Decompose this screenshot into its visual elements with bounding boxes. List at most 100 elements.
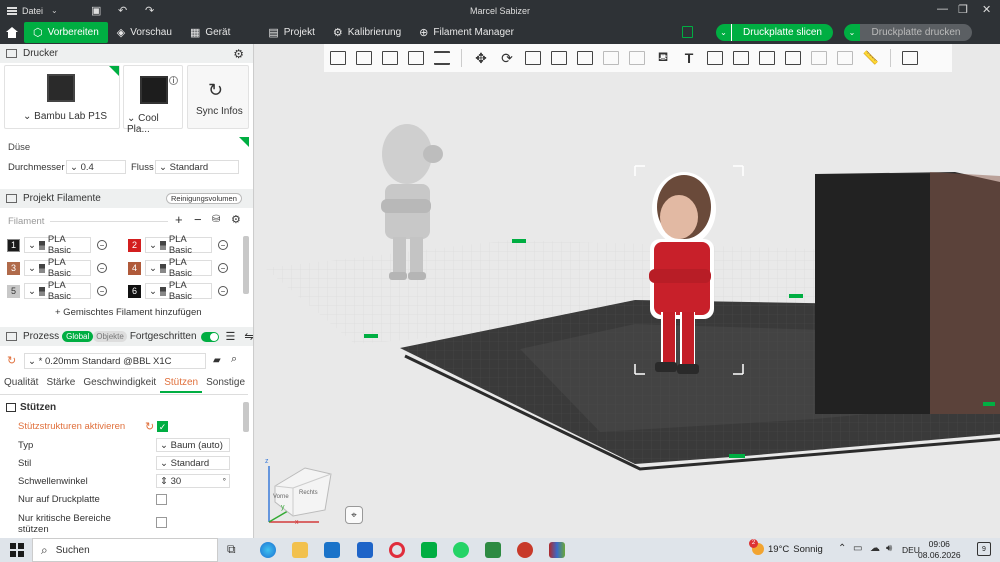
cloud-icon[interactable]: ☁ [870,543,880,554]
tab-geraet[interactable]: ▦ Gerät [181,22,239,43]
outlook-icon[interactable] [357,542,373,558]
remove-filament-icon[interactable]: − [218,240,228,250]
print-button[interactable]: ⌄ Druckplatte drucken [844,24,972,41]
explorer-icon[interactable] [292,542,308,558]
chevron-down-icon[interactable]: ⌄ [844,24,860,41]
orient-icon[interactable] [378,47,402,69]
stepper-icon[interactable]: ⇕ [160,476,171,487]
arrange-icon[interactable] [404,47,428,69]
volume-icon[interactable]: 🔊︎ [886,543,892,554]
stack-icon[interactable] [781,47,805,69]
minimize-button[interactable]: — [937,3,948,15]
3d-viewport[interactable]: Vorne Rechts z x y ⌖ [255,44,1000,538]
text-icon[interactable]: T [677,47,701,69]
threshold-angle-input[interactable]: ⇕ 30 ° [156,474,230,488]
list-icon[interactable]: ☰ [226,330,236,343]
variable-layer-icon[interactable] [807,47,831,69]
tab-sonstige[interactable]: Sonstige [202,377,249,393]
reset-icon[interactable]: ↻ [7,354,16,367]
app-icon[interactable] [517,542,533,558]
tab-staerke[interactable]: Stärke [42,377,79,393]
add-plate-icon[interactable] [352,47,376,69]
clock[interactable]: 09:06 08.06.2026 [918,539,961,561]
gear-icon[interactable]: ⚙ [231,213,241,226]
home-button[interactable] [0,21,24,44]
filament-select[interactable]: ⌄ PLA Basic [145,280,212,302]
tab-filament-manager[interactable]: ⊕ Filament Manager [410,22,523,43]
tab-geschwindigkeit[interactable]: Geschwindigkeit [79,377,160,393]
battery-icon[interactable]: ▭ [853,543,862,554]
remove-icon[interactable]: − [194,212,202,227]
tab-vorbereiten[interactable]: ⬡ Vorbereiten [24,22,108,43]
view-cube[interactable]: Vorne Rechts z x y [263,458,335,528]
filament-slot-6[interactable]: 6 ⌄ PLA Basic − [128,280,228,302]
sync-filament-icon[interactable]: ⛁ [212,214,220,225]
edge-icon[interactable] [260,542,276,558]
gear-icon[interactable]: ⚙ [233,47,244,61]
purge-volume-button[interactable]: Reinigungsvolumen [166,193,242,204]
save-icon[interactable]: ▣ [91,4,101,17]
store-icon[interactable] [324,542,340,558]
remove-filament-icon[interactable]: − [218,263,228,273]
move-icon[interactable]: ✥ [469,47,493,69]
plate-card[interactable]: i ⌄ Cool Pla... [123,65,183,135]
boolean-icon[interactable] [599,47,623,69]
task-view-icon[interactable]: ⧉ [227,542,243,558]
whatsapp-icon[interactable] [453,542,469,558]
fit-view-icon[interactable]: ⌖ [345,506,363,524]
global-toggle[interactable]: Global [62,331,94,342]
filament-select[interactable]: ⌄ PLA Basic [24,234,91,256]
filament-slot-3[interactable]: 3 ⌄ PLA Basic − [7,257,107,279]
tab-vorschau[interactable]: ◈ Vorschau [108,22,181,43]
add-mixed-filament-button[interactable]: + Gemischtes Filament hinzufügen [55,307,202,318]
measure-icon[interactable]: 📏 [859,47,883,69]
plate-type[interactable]: ⌄ Cool Pla... [127,113,182,135]
tab-qualitaet[interactable]: Qualität [0,377,42,393]
bambu-studio-icon[interactable] [421,542,437,558]
filament-slot-2[interactable]: 2 ⌄ PLA Basic − [128,234,228,256]
weather-widget[interactable]: 2 19°C Sonnig [749,539,823,555]
printer-model[interactable]: ⌄ Bambu Lab P1S [23,111,107,122]
chevron-up-icon[interactable]: ⌃ [838,543,846,554]
filament-slot-5[interactable]: 5 ⌄ PLA Basic − [7,280,107,302]
cut-icon[interactable] [573,47,597,69]
remove-filament-icon[interactable]: − [97,240,107,250]
plate-settings-icon[interactable] [833,47,857,69]
objects-toggle[interactable]: Objekte [93,331,127,342]
filament-select[interactable]: ⌄ PLA Basic [145,257,212,279]
compare-icon[interactable]: ⇋ [244,330,253,343]
filament-select[interactable]: ⌄ PLA Basic [24,280,91,302]
redo-icon[interactable]: ↷ [145,4,154,17]
flow-select[interactable]: ⌄ Standard [155,160,239,174]
taskbar-search[interactable]: ⌕ Suchen [32,538,218,562]
color-block-model[interactable] [815,172,1000,414]
rotate-icon[interactable]: ⟳ [495,47,519,69]
support-paint-icon[interactable] [625,47,649,69]
slice-button[interactable]: ⌄ Druckplatte slicen [716,24,833,41]
remove-filament-icon[interactable]: − [218,286,228,296]
filament-select[interactable]: ⌄ PLA Basic [145,234,212,256]
filament-select[interactable]: ⌄ PLA Basic [24,257,91,279]
chevron-down-icon[interactable]: ⌄ [716,24,732,41]
tab-kalibrierung[interactable]: ⚙ Kalibrierung [324,22,410,43]
layers-icon[interactable] [430,47,454,69]
cube-icon[interactable] [729,47,753,69]
undo-icon[interactable]: ↶ [118,4,127,17]
filament-scrollbar[interactable] [243,236,249,294]
diameter-select[interactable]: ⌄ 0.4 [66,160,126,174]
fit-icon[interactable] [755,47,779,69]
opera-icon[interactable] [389,542,405,558]
support-type-select[interactable]: ⌄ Baum (auto) [156,438,230,452]
add-object-icon[interactable] [326,47,350,69]
support-style-select[interactable]: ⌄ Standard [156,456,230,470]
notification-icon[interactable]: 9 [977,542,991,556]
sync-button[interactable]: ↻ Sync Infos [187,65,249,129]
scale-icon[interactable] [521,47,545,69]
process-profile-select[interactable]: ⌄ * 0.20mm Standard @BBL X1C [24,353,206,369]
add-icon[interactable]: + [175,212,183,227]
reset-icon[interactable]: ↻ [145,420,154,433]
tab-projekt[interactable]: ▤ Projekt [259,22,324,43]
restore-button[interactable]: ❐ [958,3,968,16]
remove-filament-icon[interactable]: − [97,286,107,296]
search-icon[interactable]: ⌕ [231,353,237,366]
